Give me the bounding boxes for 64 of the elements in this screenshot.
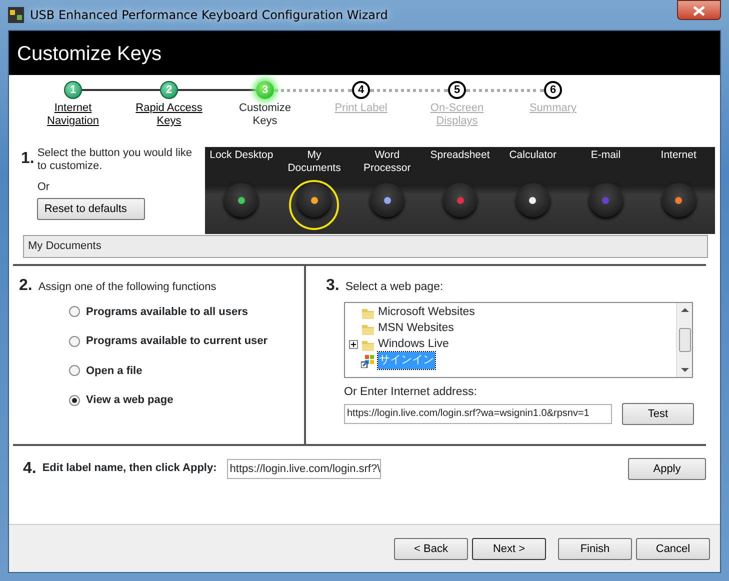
key-label: Internet [660, 148, 696, 163]
test-button[interactable]: Test [622, 402, 694, 426]
step-number: 1 [64, 81, 82, 99]
step-link[interactable]: Rapid Access Keys [130, 102, 208, 128]
step-number: 5 [448, 81, 466, 99]
scroll-down-icon[interactable] [680, 366, 688, 374]
tree-item[interactable]: MSN Websites [378, 320, 454, 338]
radio-label[interactable]: Open a file [86, 362, 142, 379]
window-title: USB Enhanced Performance Keyboard Configuration Wizard [30, 7, 388, 24]
radio-button[interactable] [69, 336, 80, 347]
reset-button[interactable]: Reset to defaults [37, 198, 146, 220]
app-icon [8, 7, 24, 23]
shortcut-icon [361, 354, 375, 368]
keyboard-key[interactable] [516, 183, 550, 217]
radio-label[interactable]: Programs available to all users [86, 304, 248, 320]
wizard-button[interactable]: Next > [472, 538, 546, 560]
section-title: Select a web page: [345, 280, 444, 294]
step-number-label: 2. [19, 276, 32, 296]
step-number-label: 3. [326, 276, 340, 296]
scrollbar[interactable] [676, 302, 692, 376]
tree-item[interactable]: Microsoft Websites [378, 304, 475, 322]
step-link[interactable]: Internet Navigation [34, 102, 112, 128]
keyboard-key[interactable] [224, 183, 258, 217]
wizard-button[interactable]: Finish [558, 538, 632, 560]
tree-view[interactable]: Microsoft Websites MSN Websites Windows Live サインイン [344, 302, 693, 378]
key-label: E-mail [590, 148, 621, 163]
step-label: Customize Keys [238, 102, 292, 128]
radio-button[interactable] [69, 365, 80, 376]
close-icon [693, 6, 705, 16]
step-number: 6 [544, 81, 562, 99]
scroll-thumb[interactable] [678, 328, 690, 352]
step-number-label: 1. [21, 149, 34, 169]
radio-label[interactable]: View a web page [86, 392, 174, 408]
key-label: Lock Desktop [210, 148, 274, 163]
key-label: My Documents [286, 148, 342, 176]
wizard-button[interactable]: < Back [394, 538, 468, 560]
address-field[interactable]: https://login.live.com/login.srf?wa=wsignin1.0&rpsnv=1 [344, 404, 612, 424]
apply-button[interactable]: Apply [628, 458, 706, 480]
or-text: Or [37, 180, 51, 195]
scroll-up-icon[interactable] [680, 306, 688, 314]
key-label: Calculator [509, 148, 556, 163]
keyboard-key[interactable] [662, 183, 696, 217]
radio-button[interactable] [69, 394, 80, 406]
selected-key-name: My Documents [23, 235, 708, 258]
keyboard-key[interactable] [370, 183, 404, 217]
step-number: 2 [160, 81, 178, 99]
radio-label[interactable]: Programs available to current user [86, 333, 268, 350]
page-title: Customize Keys [17, 43, 162, 65]
key-label: Word Processor [362, 148, 412, 176]
wizard-button[interactable]: Cancel [636, 538, 710, 560]
keyboard-key[interactable] [297, 183, 332, 217]
radio-button[interactable] [69, 306, 80, 318]
address-label: Or Enter Internet address: [344, 384, 478, 400]
field-label: Edit label name, then click Apply: [42, 461, 217, 476]
key-label: Spreadsheet [430, 148, 490, 163]
instruction-text: Select the button you would like to customize. [37, 147, 194, 173]
close-button[interactable] [677, 0, 721, 20]
step-number: 4 [352, 81, 370, 99]
label-name-field[interactable]: https://login.live.com/login.srf?\ [226, 458, 381, 478]
step-number: 3 [256, 81, 274, 99]
expand-icon[interactable] [349, 340, 358, 349]
section-title: Assign one of the following functions [38, 280, 216, 294]
step-number-label: 4. [23, 458, 36, 478]
tree-item[interactable]: Windows Live [378, 336, 449, 354]
